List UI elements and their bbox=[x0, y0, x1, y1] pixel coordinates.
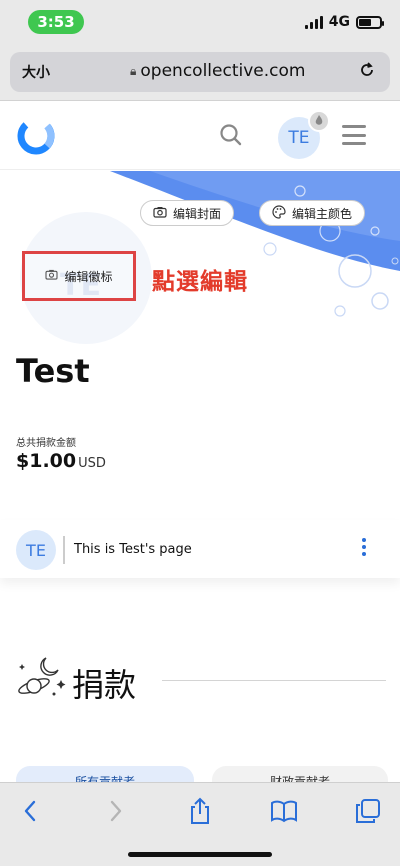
edit-color-button[interactable]: 编辑主颜色 bbox=[259, 200, 366, 226]
camera-icon bbox=[153, 206, 167, 221]
collective-summary-bar: TE This is Test's page bbox=[0, 520, 400, 578]
collective-avatar[interactable]: TE bbox=[16, 530, 56, 570]
menu-icon[interactable] bbox=[342, 125, 366, 145]
url-text: opencollective.com bbox=[140, 61, 306, 81]
url-bar[interactable]: 大小 🔒︎ opencollective.com bbox=[10, 52, 390, 92]
edit-logo-label: 编辑徽标 bbox=[64, 269, 113, 284]
bookmarks-icon[interactable] bbox=[270, 797, 298, 825]
opencollective-logo[interactable] bbox=[16, 116, 56, 156]
divider bbox=[63, 536, 65, 564]
reload-icon[interactable] bbox=[358, 61, 376, 84]
amount-value: $1.00 bbox=[16, 450, 77, 472]
edit-logo-button[interactable]: 编辑徽标 bbox=[22, 251, 136, 301]
amount-currency: USD bbox=[78, 456, 106, 471]
lock-icon: 🔒︎ bbox=[130, 63, 137, 78]
battery-icon bbox=[356, 15, 384, 29]
camera-icon bbox=[45, 269, 59, 283]
edit-cover-button[interactable]: 编辑封面 bbox=[140, 200, 235, 226]
url-field[interactable]: 🔒︎ opencollective.com bbox=[130, 61, 305, 81]
text-size-button[interactable]: 大小 bbox=[22, 62, 50, 82]
total-raised-amount: $1.00 USD bbox=[16, 450, 106, 472]
tabs-icon[interactable] bbox=[354, 797, 382, 825]
browser-chrome: 3:53 4G 大小 🔒︎ opencollective.com bbox=[0, 0, 400, 101]
section-title: 捐款 bbox=[72, 666, 137, 704]
palette-icon bbox=[272, 204, 286, 222]
more-options-icon[interactable] bbox=[362, 538, 366, 556]
contribute-section-header: 捐款 bbox=[14, 648, 386, 708]
flame-icon bbox=[308, 110, 330, 132]
back-icon[interactable] bbox=[16, 797, 44, 825]
collective-name: Test bbox=[16, 352, 90, 390]
status-time: 3:53 bbox=[28, 10, 84, 34]
forward-icon[interactable] bbox=[102, 797, 130, 825]
status-indicators: 4G bbox=[304, 14, 384, 30]
section-divider bbox=[162, 680, 386, 681]
signal-icon bbox=[304, 15, 323, 29]
moon-stars-icon bbox=[14, 654, 68, 704]
home-indicator bbox=[128, 852, 272, 857]
app-header: TE bbox=[0, 102, 400, 170]
edit-cover-label: 编辑封面 bbox=[173, 206, 222, 221]
collective-description: This is Test's page bbox=[74, 542, 192, 557]
search-icon[interactable] bbox=[218, 122, 244, 148]
network-label: 4G bbox=[328, 14, 350, 30]
annotation-text: 點選編輯 bbox=[152, 269, 248, 295]
total-raised-label: 总共捐款金额 bbox=[16, 438, 76, 449]
share-icon[interactable] bbox=[186, 797, 214, 825]
edit-color-label: 编辑主颜色 bbox=[292, 206, 353, 221]
